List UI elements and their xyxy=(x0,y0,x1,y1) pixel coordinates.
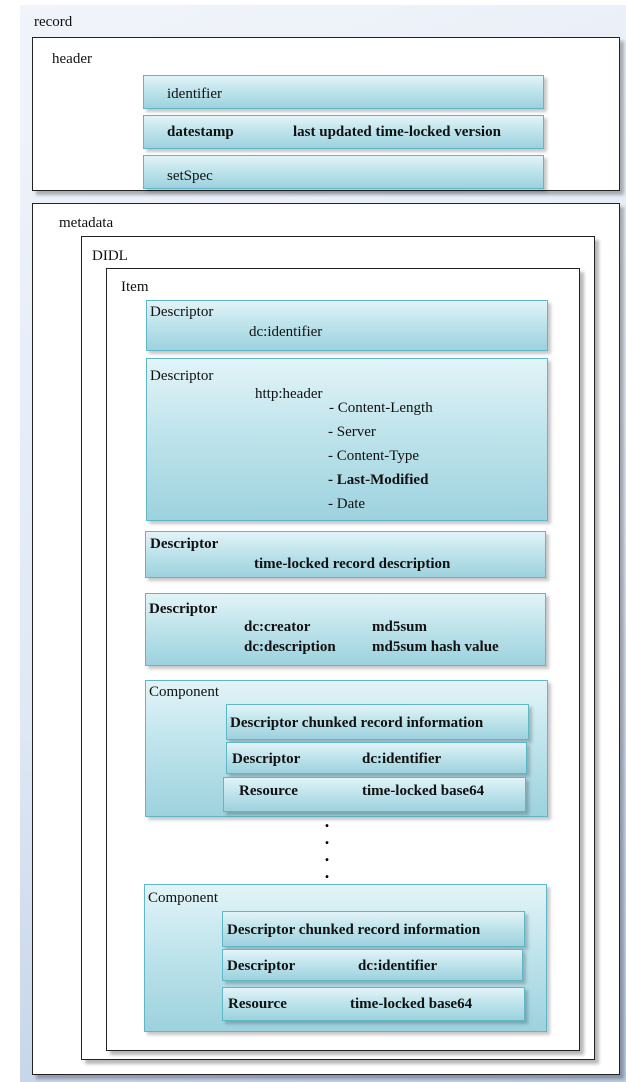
creator-key: dc:creator xyxy=(244,619,311,635)
header-label: header xyxy=(52,51,92,67)
description-value: md5sum hash value xyxy=(372,639,499,655)
metadata-label: metadata xyxy=(59,215,114,231)
record-container: record header identifier datestamp last … xyxy=(20,5,626,1082)
descriptor-chunk-info: Descriptor chunked record information xyxy=(226,704,529,740)
descriptor-creator: Descriptor dc:creator md5sum dc:descript… xyxy=(145,593,546,666)
component-label: Component xyxy=(148,890,218,906)
creator-value: md5sum xyxy=(372,619,428,635)
resource-value: time-locked base64 xyxy=(362,783,485,799)
metadata-box: metadata DIDL Item Descriptor dc:identif… xyxy=(32,203,620,1075)
descriptor-identifier: Descriptor dc:identifier xyxy=(146,300,548,351)
setspec-text: setSpec xyxy=(167,168,213,184)
descriptor-chunk-info-text: Descriptor chunked record information xyxy=(230,715,484,731)
descriptor-label: Descriptor xyxy=(150,536,219,552)
resource-box: Resource time-locked base64 xyxy=(223,777,526,812)
descriptor-dc-identifier: Descriptor dc:identifier xyxy=(222,949,523,981)
record-label: record xyxy=(34,14,73,30)
ellipsis-dot: . xyxy=(324,811,330,831)
http-field-content-type: - Content-Type xyxy=(328,448,420,464)
descriptor-http-header: Descriptor http:header - Content-Length … xyxy=(146,358,548,521)
resource-label: Resource xyxy=(239,783,298,799)
component-box: Component Descriptor chunked record info… xyxy=(145,680,548,817)
descriptor-label: Descriptor xyxy=(232,751,301,767)
ellipsis-dot: . xyxy=(324,845,330,865)
setspec-field: setSpec xyxy=(143,155,544,189)
resource-label: Resource xyxy=(228,996,287,1012)
descriptor-value: dc:identifier xyxy=(358,958,438,974)
descriptor-value: time-locked record description xyxy=(254,556,451,572)
identifier-field: identifier xyxy=(143,75,544,109)
header-box: header identifier datestamp last updated… xyxy=(32,37,620,191)
descriptor-dc-identifier: Descriptor dc:identifier xyxy=(226,742,527,774)
descriptor-label: Descriptor xyxy=(150,304,214,320)
http-field-date: - Date xyxy=(328,496,366,512)
datestamp-text: datestamp xyxy=(167,124,234,140)
resource-box: Resource time-locked base64 xyxy=(222,987,525,1021)
http-field-content-length: - Content-Length xyxy=(329,400,433,416)
descriptor-label: Descriptor xyxy=(227,958,296,974)
identifier-text: identifier xyxy=(167,86,222,102)
descriptor-chunk-info-text: Descriptor chunked record information xyxy=(227,922,481,938)
description-key: dc:description xyxy=(244,639,336,655)
http-field-last-modified: - Last-Modified xyxy=(328,472,429,488)
item-label: Item xyxy=(121,279,149,295)
ellipsis-dot: . xyxy=(324,828,330,848)
didl-box: DIDL Item Descriptor dc:identifier Descr… xyxy=(81,236,595,1060)
descriptor-record-description: Descriptor time-locked record descriptio… xyxy=(145,531,546,578)
item-box: Item Descriptor dc:identifier Descriptor… xyxy=(106,268,580,1051)
ellipsis-dot: . xyxy=(324,862,330,882)
http-header-key: http:header xyxy=(255,386,323,402)
descriptor-label: Descriptor xyxy=(149,601,218,617)
didl-label: DIDL xyxy=(92,248,128,264)
descriptor-label: Descriptor xyxy=(150,368,214,384)
datestamp-field: datestamp last updated time-locked versi… xyxy=(143,115,544,149)
component-box: Component Descriptor chunked record info… xyxy=(144,884,547,1032)
descriptor-value: dc:identifier xyxy=(362,751,442,767)
descriptor-chunk-info: Descriptor chunked record information xyxy=(222,911,525,947)
http-field-server: - Server xyxy=(328,424,376,440)
datestamp-value: last updated time-locked version xyxy=(293,124,501,140)
resource-value: time-locked base64 xyxy=(350,996,473,1012)
component-label: Component xyxy=(149,684,219,700)
descriptor-value: dc:identifier xyxy=(249,324,323,340)
